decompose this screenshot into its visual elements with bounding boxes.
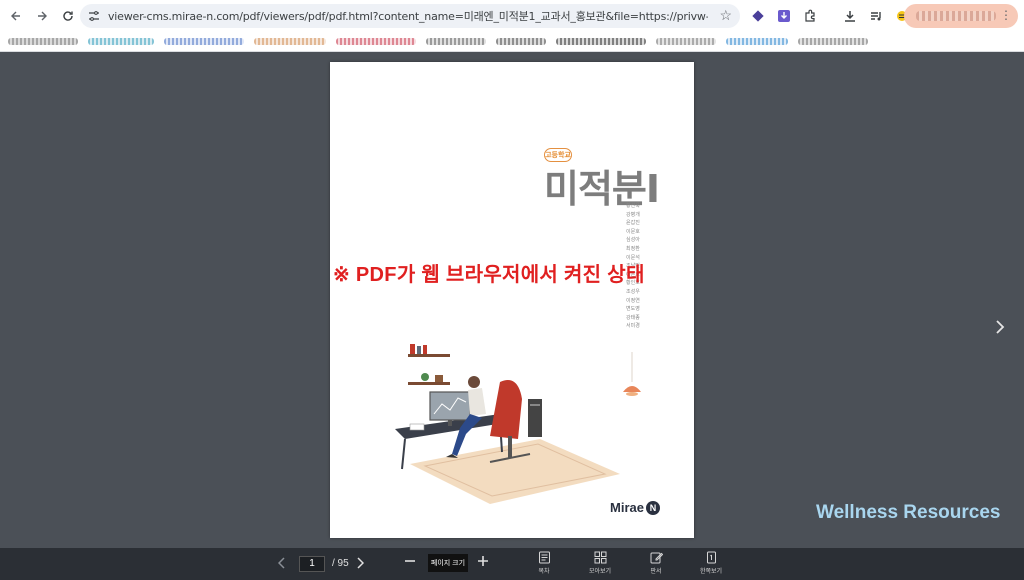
bookmark-item[interactable] [164,38,244,45]
forward-button[interactable] [29,3,55,29]
next-page-arrow[interactable] [990,315,1010,339]
minus-icon [405,560,415,562]
watermark-text: Wellness Resources [816,502,1001,523]
grid-icon [594,551,606,564]
author-name: 이문호 [626,228,640,235]
bookmark-item[interactable] [726,38,788,45]
pen-icon [650,552,663,564]
extensions-area [748,4,912,28]
extension-diamond-icon[interactable] [748,6,768,26]
reload-icon [63,11,73,21]
bookmark-item[interactable] [656,38,716,45]
thumbnail-view-label: 모아보기 [588,569,612,575]
desk-illustration [395,344,620,504]
chevron-left-icon [277,557,285,569]
downloads-icon[interactable] [840,6,860,26]
zoom-level-select[interactable]: 페이지 크기 [428,554,468,572]
author-name: 변도영 [626,306,640,313]
toc-icon [538,551,550,564]
author-name: 서미경 [626,323,640,330]
single-page-view-button[interactable]: 한쪽보기 [689,551,733,575]
next-page-button[interactable] [356,556,365,572]
reload-button[interactable] [55,3,81,29]
bookmark-item[interactable] [88,38,154,45]
thumbnail-view-button[interactable]: 모아보기 [578,551,622,575]
annotation-label: 판서 [650,569,662,575]
kebab-menu-icon[interactable]: ⋮ [1000,8,1012,22]
author-name: 황선욱 [626,203,640,209]
site-info-icon[interactable] [84,6,104,26]
author-name: 강태종 [626,314,640,321]
author-name: 윤갑진 [626,220,640,227]
overlay-notice: ※ PDF가 웹 브라우저에서 켜진 상태 [333,264,645,286]
author-name: 조성우 [626,288,640,295]
plus-icon [478,556,488,566]
page-number-input[interactable]: 1 [299,556,325,572]
browser-chrome: viewer-cms.mirae-n.com/pdf/viewers/pdf/p… [0,0,1024,52]
author-name: 심성아 [626,237,640,244]
author-name: 이정연 [626,297,640,304]
author-name: 강병개 [626,211,640,218]
lamp-illustration [623,352,641,396]
single-page-view-label: 한쪽보기 [699,569,723,575]
profile-button[interactable]: ⋮ [904,4,1018,28]
extensions-puzzle-icon[interactable] [800,6,820,26]
bookmarks-bar [0,32,1024,52]
profile-name-redacted [916,11,996,21]
pdf-page: 고등학교 미적분Ⅰ 황선욱 강병개 윤갑진 이문호 심성아 최정환 이문석 조남민 이은호 황인호… [330,62,694,538]
publisher-logo-mark: N [645,500,660,515]
url-text[interactable]: viewer-cms.mirae-n.com/pdf/viewers/pdf/p… [108,8,708,24]
zoom-in-button[interactable] [477,553,489,573]
zoom-out-button[interactable] [404,554,416,573]
toc-button[interactable]: 목차 [522,551,566,575]
media-queue-icon[interactable] [866,6,886,26]
viewer-bottom-bar: 1 / 95 페이지 크기 목차 모아보기 판서 한쪽보기 [0,548,1024,580]
previous-page-button[interactable] [277,556,286,572]
chevron-right-icon [357,557,365,569]
chevron-right-icon [996,320,1005,334]
arrow-right-icon [38,11,47,21]
back-button[interactable] [3,3,29,29]
bookmark-item[interactable] [496,38,546,45]
bookmark-star-icon[interactable]: ☆ [719,7,732,24]
arrow-left-icon [11,11,20,21]
single-page-icon [706,551,716,564]
extension-download-icon[interactable] [774,6,794,26]
bookmark-item[interactable] [798,38,868,45]
bookmark-item[interactable] [336,38,416,45]
toc-label: 목차 [538,569,550,575]
bookmark-item[interactable] [8,38,78,45]
author-name: 최정환 [626,245,640,252]
publisher-logo: Mirae N [610,500,660,515]
page-total: / 95 [332,558,349,569]
address-bar[interactable]: viewer-cms.mirae-n.com/pdf/viewers/pdf/p… [80,4,740,28]
bookmark-item[interactable] [254,38,326,45]
publisher-logo-text: Mirae [610,500,644,515]
pdf-viewer: 고등학교 미적분Ⅰ 황선욱 강병개 윤갑진 이문호 심성아 최정환 이문석 조남민 이은호 황인호… [0,53,1024,548]
annotation-button[interactable]: 판서 [634,551,678,575]
bookmark-item[interactable] [426,38,486,45]
bookmark-item[interactable] [556,38,646,45]
